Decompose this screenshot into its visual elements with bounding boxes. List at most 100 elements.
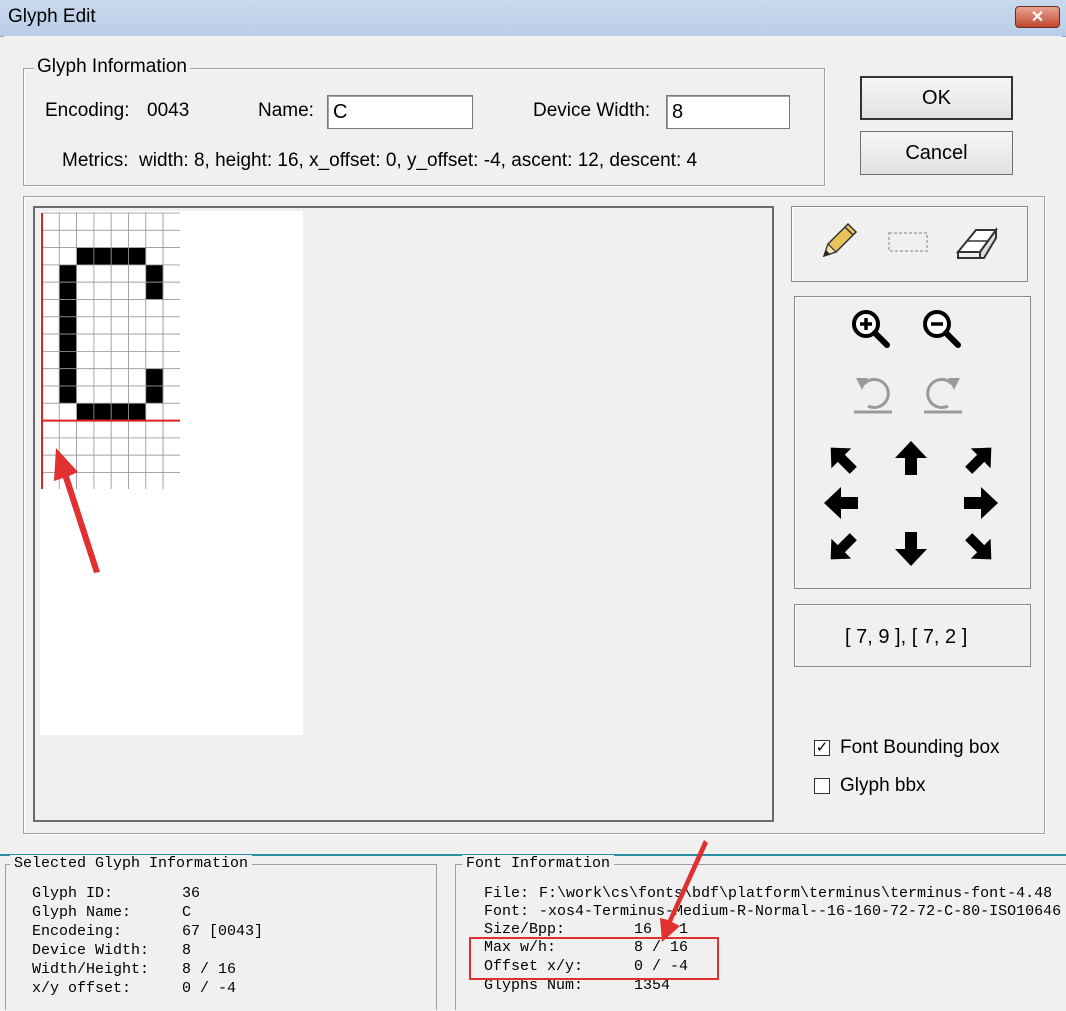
- glyph-pixel-off[interactable]: [41, 420, 60, 439]
- glyph-pixel-off[interactable]: [76, 299, 95, 318]
- glyph-pixel-off[interactable]: [162, 402, 180, 422]
- close-button[interactable]: ✕: [1015, 6, 1060, 28]
- glyph-pixel-off[interactable]: [145, 247, 164, 266]
- glyph-pixel-on[interactable]: [110, 247, 129, 266]
- glyph-pixel-off[interactable]: [41, 316, 60, 335]
- glyph-pixel-off[interactable]: [162, 350, 180, 370]
- glyph-pixel-off[interactable]: [145, 229, 164, 248]
- move-up-icon[interactable]: [893, 439, 929, 477]
- glyph-pixel-off[interactable]: [162, 229, 180, 248]
- glyph-pixel-off[interactable]: [128, 454, 147, 473]
- glyph-pixel-off[interactable]: [76, 212, 95, 231]
- glyph-bbx-checkbox[interactable]: [814, 778, 830, 794]
- glyph-pixel-off[interactable]: [110, 264, 129, 283]
- glyph-pixel-off[interactable]: [110, 316, 129, 335]
- cancel-button[interactable]: Cancel: [860, 131, 1013, 175]
- glyph-pixel-off[interactable]: [110, 333, 129, 352]
- glyph-pixel-off[interactable]: [110, 368, 129, 387]
- glyph-pixel-off[interactable]: [145, 420, 164, 439]
- glyph-pixel-off[interactable]: [41, 368, 60, 387]
- glyph-pixel-on[interactable]: [76, 247, 95, 266]
- glyph-pixel-off[interactable]: [76, 333, 95, 352]
- glyph-pixel-off[interactable]: [110, 281, 129, 300]
- ok-button[interactable]: OK: [860, 76, 1013, 120]
- glyph-pixel-off[interactable]: [162, 316, 180, 335]
- glyph-pixel-on[interactable]: [58, 350, 77, 370]
- glyph-pixel-off[interactable]: [145, 299, 164, 318]
- glyph-pixel-off[interactable]: [128, 229, 147, 248]
- glyph-pixel-off[interactable]: [162, 385, 180, 404]
- glyph-pixel-off[interactable]: [76, 368, 95, 387]
- glyph-pixel-off[interactable]: [145, 437, 164, 456]
- glyph-pixel-off[interactable]: [110, 212, 129, 231]
- glyph-pixel-off[interactable]: [162, 247, 180, 266]
- move-down-icon[interactable]: [893, 530, 929, 568]
- glyph-pixel-off[interactable]: [41, 247, 60, 266]
- glyph-pixel-off[interactable]: [76, 281, 95, 300]
- glyph-pixel-off[interactable]: [58, 229, 77, 248]
- glyph-pixel-off[interactable]: [110, 420, 129, 439]
- glyph-pixel-off[interactable]: [128, 299, 147, 318]
- glyph-pixel-off[interactable]: [110, 229, 129, 248]
- glyph-pixel-off[interactable]: [128, 350, 147, 370]
- glyph-bbx-label[interactable]: Glyph bbx: [840, 775, 926, 797]
- glyph-pixel-off[interactable]: [93, 264, 112, 283]
- zoom-in-icon[interactable]: [849, 307, 891, 349]
- glyph-pixel-off[interactable]: [128, 316, 147, 335]
- glyph-pixel-off[interactable]: [162, 333, 180, 352]
- glyph-pixel-off[interactable]: [58, 420, 77, 439]
- glyph-pixel-off[interactable]: [110, 454, 129, 473]
- glyph-pixel-off[interactable]: [93, 385, 112, 404]
- eraser-icon[interactable]: [954, 222, 1000, 262]
- glyph-pixel-off[interactable]: [76, 385, 95, 404]
- glyph-pixel-off[interactable]: [128, 264, 147, 283]
- glyph-pixel-off[interactable]: [145, 333, 164, 352]
- glyph-pixel-off[interactable]: [162, 299, 180, 318]
- glyph-pixel-on[interactable]: [145, 264, 164, 283]
- pencil-icon[interactable]: [818, 222, 860, 262]
- glyph-pixel-off[interactable]: [145, 316, 164, 335]
- glyph-pixel-off[interactable]: [41, 281, 60, 300]
- glyph-pixel-off[interactable]: [41, 212, 60, 231]
- glyph-pixel-off[interactable]: [93, 212, 112, 231]
- glyph-pixel-off[interactable]: [58, 212, 77, 231]
- zoom-out-icon[interactable]: [920, 307, 962, 349]
- glyph-pixel-off[interactable]: [93, 316, 112, 335]
- glyph-pixel-off[interactable]: [162, 368, 180, 387]
- glyph-pixel-off[interactable]: [128, 212, 147, 231]
- glyph-pixel-off[interactable]: [162, 264, 180, 283]
- glyph-pixel-on[interactable]: [128, 402, 147, 422]
- glyph-pixel-off[interactable]: [128, 368, 147, 387]
- glyph-pixel-off[interactable]: [145, 472, 164, 490]
- glyph-pixel-off[interactable]: [93, 333, 112, 352]
- glyph-pixel-on[interactable]: [58, 281, 77, 300]
- glyph-pixel-on[interactable]: [58, 264, 77, 283]
- name-input[interactable]: [327, 95, 473, 129]
- glyph-pixel-off[interactable]: [41, 264, 60, 283]
- rectangle-select-icon[interactable]: [886, 229, 930, 255]
- glyph-pixel-on[interactable]: [110, 402, 129, 422]
- glyph-pixel-off[interactable]: [128, 420, 147, 439]
- glyph-pixel-on[interactable]: [58, 316, 77, 335]
- glyph-pixel-on[interactable]: [128, 247, 147, 266]
- glyph-pixel-off[interactable]: [162, 472, 180, 490]
- glyph-pixel-off[interactable]: [41, 402, 60, 422]
- glyph-pixel-on[interactable]: [93, 402, 112, 422]
- glyph-pixel-on[interactable]: [145, 385, 164, 404]
- glyph-pixel-on[interactable]: [76, 402, 95, 422]
- redo-icon[interactable]: [920, 370, 966, 416]
- glyph-pixel-on[interactable]: [58, 299, 77, 318]
- glyph-pixel-off[interactable]: [128, 385, 147, 404]
- glyph-pixel-on[interactable]: [145, 368, 164, 387]
- glyph-pixel-off[interactable]: [41, 385, 60, 404]
- glyph-pixel-off[interactable]: [162, 281, 180, 300]
- glyph-pixel-off[interactable]: [41, 229, 60, 248]
- glyph-pixel-off[interactable]: [110, 437, 129, 456]
- glyph-pixel-off[interactable]: [58, 247, 77, 266]
- glyph-pixel-off[interactable]: [110, 350, 129, 370]
- glyph-pixel-on[interactable]: [58, 333, 77, 352]
- undo-icon[interactable]: [850, 370, 896, 416]
- glyph-pixel-off[interactable]: [145, 212, 164, 231]
- glyph-pixel-off[interactable]: [110, 299, 129, 318]
- glyph-pixel-off[interactable]: [128, 437, 147, 456]
